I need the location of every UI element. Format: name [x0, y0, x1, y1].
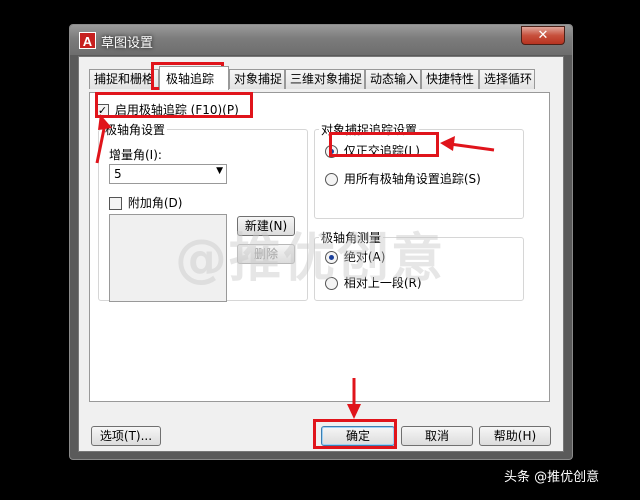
arrow-to-enable-checkbox	[95, 114, 112, 164]
annotation-arrows	[95, 114, 495, 419]
tab-polar-tracking[interactable]: 极轴追踪	[159, 66, 229, 90]
arrow-to-orthogonal	[440, 136, 495, 152]
arrow-to-ok-button	[347, 378, 361, 419]
